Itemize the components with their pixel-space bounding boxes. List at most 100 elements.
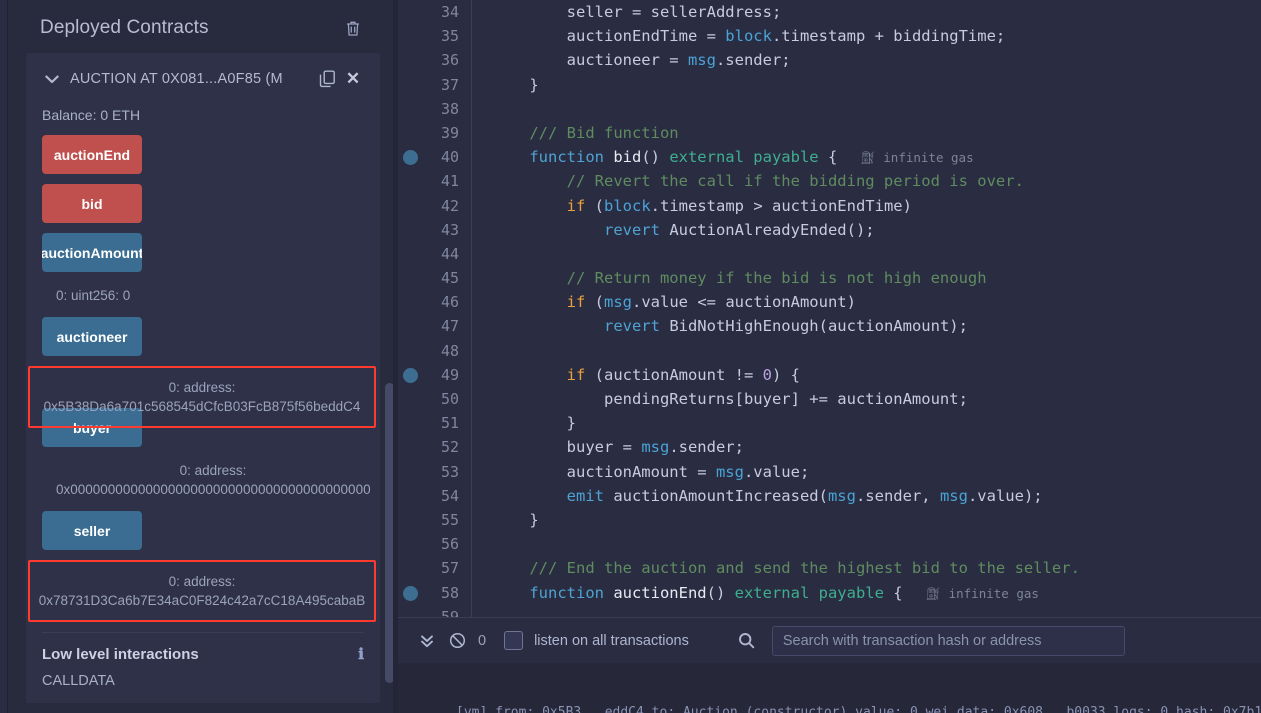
breakpoint-gutter[interactable] bbox=[398, 0, 426, 617]
gas-estimate: ⛽︎ infinite gas bbox=[837, 150, 973, 165]
no-entry-icon[interactable] bbox=[442, 626, 472, 656]
code-line[interactable]: } bbox=[492, 73, 1261, 97]
fn-result-highlight-auctioneer: 0: address: 0x5B38Da6a701c568545dCfcB03F… bbox=[28, 366, 376, 428]
contract-card-header[interactable]: AUCTION AT 0X081...A0F85 (M ✕ bbox=[26, 53, 380, 103]
line-number: 55 bbox=[426, 508, 471, 532]
contract-title: AUCTION AT 0X081...A0F85 (M bbox=[64, 71, 314, 87]
contract-balance: Balance: 0 ETH bbox=[26, 103, 380, 135]
line-number: 53 bbox=[426, 460, 471, 484]
code-line[interactable]: if (block.timestamp > auctionEndTime) bbox=[492, 194, 1261, 218]
copy-icon[interactable] bbox=[314, 67, 340, 91]
breakpoint-marker[interactable] bbox=[403, 150, 418, 165]
code-line[interactable]: revert AuctionAlreadyEnded(); bbox=[492, 218, 1261, 242]
transaction-search-input[interactable] bbox=[772, 626, 1125, 656]
line-number: 59 bbox=[426, 605, 471, 617]
listen-on-all-transactions-checkbox[interactable] bbox=[504, 631, 523, 650]
line-number: 45 bbox=[426, 266, 471, 290]
line-number: 51 bbox=[426, 411, 471, 435]
fn-result-auctionAmount: 0: uint256: 0 bbox=[42, 282, 380, 317]
fn-result-auctioneer: 0: address: 0x5B38Da6a701c568545dCfcB03F… bbox=[36, 378, 368, 416]
fn-button-bid[interactable]: bid bbox=[42, 184, 142, 223]
fn-row-seller: seller 0: address: 0x78731D3Ca6b7E34aC0F… bbox=[42, 511, 380, 622]
fn-button-auctionEnd[interactable]: auctionEnd bbox=[42, 135, 142, 174]
fn-button-auctionAmount[interactable]: auctionAmount bbox=[42, 233, 142, 272]
code-viewport[interactable]: 3435363738394041424344454647484950515253… bbox=[398, 0, 1261, 617]
code-line[interactable]: emit auctionAmountIncreased(msg.sender, … bbox=[492, 484, 1261, 508]
code-line[interactable]: function bid() external payable { ⛽︎ inf… bbox=[492, 145, 1261, 169]
calldata-label: CALLDATA bbox=[26, 663, 380, 689]
line-number: 39 bbox=[426, 121, 471, 145]
code-content[interactable]: seller = sellerAddress; auctionEndTime =… bbox=[471, 0, 1261, 617]
code-line[interactable]: } bbox=[492, 508, 1261, 532]
line-number: 42 bbox=[426, 194, 471, 218]
line-number: 37 bbox=[426, 73, 471, 97]
info-icon[interactable]: ℹ bbox=[358, 645, 364, 663]
code-line[interactable]: if (msg.value <= auctionAmount) bbox=[492, 290, 1261, 314]
fn-row-bid: bid bbox=[42, 184, 380, 233]
line-number: 46 bbox=[426, 290, 471, 314]
line-number: 43 bbox=[426, 218, 471, 242]
workspace-edge-strip bbox=[0, 0, 8, 713]
fn-row-auctionAmount: auctionAmount 0: uint256: 0 bbox=[42, 233, 380, 317]
code-line[interactable]: auctioneer = msg.sender; bbox=[492, 48, 1261, 72]
line-number: 58 bbox=[426, 581, 471, 605]
code-line[interactable]: revert BidNotHighEnough(auctionAmount); bbox=[492, 314, 1261, 338]
code-line[interactable] bbox=[492, 242, 1261, 266]
close-icon[interactable]: ✕ bbox=[340, 67, 366, 91]
code-editor: 3435363738394041424344454647484950515253… bbox=[398, 0, 1261, 713]
line-number: 38 bbox=[426, 97, 471, 121]
line-number: 50 bbox=[426, 387, 471, 411]
sidebar-scroll-content: Deployed Contracts AUCTION AT 0X081...A0… bbox=[8, 0, 398, 703]
line-number: 57 bbox=[426, 556, 471, 580]
code-line[interactable]: // Revert the call if the bidding period… bbox=[492, 169, 1261, 193]
gas-estimate: ⛽︎ infinite gas bbox=[903, 586, 1039, 601]
search-icon[interactable] bbox=[732, 626, 762, 656]
code-line[interactable]: auctionEndTime = block.timestamp + biddi… bbox=[492, 24, 1261, 48]
fn-result-buyer: 0: address: 0x00000000000000000000000000… bbox=[42, 457, 380, 511]
terminal-toolbar: 0 listen on all transactions bbox=[398, 617, 1261, 663]
fn-button-seller[interactable]: seller bbox=[42, 511, 142, 550]
listen-on-all-transactions-label: listen on all transactions bbox=[534, 633, 689, 649]
terminal-output[interactable]: [vm] from: 0x5B3...eddC4 to: Auction.(co… bbox=[398, 663, 1261, 713]
code-line[interactable]: buyer = msg.sender; bbox=[492, 435, 1261, 459]
code-line[interactable]: // Return money if the bid is not high e… bbox=[492, 266, 1261, 290]
line-number: 34 bbox=[426, 0, 471, 24]
code-line[interactable]: /// End the auction and send the highest… bbox=[492, 556, 1261, 580]
low-level-interactions-header: Low level interactions ℹ bbox=[26, 633, 380, 663]
terminal-log-line: [vm] from: 0x5B3...eddC4 to: Auction.(co… bbox=[456, 705, 1261, 713]
code-line[interactable] bbox=[492, 532, 1261, 556]
code-line[interactable]: seller = sellerAddress; bbox=[492, 0, 1261, 24]
page-title: Deployed Contracts bbox=[40, 17, 209, 39]
fn-row-auctionEnd: auctionEnd bbox=[42, 135, 380, 184]
breakpoint-marker[interactable] bbox=[403, 368, 418, 383]
line-number: 56 bbox=[426, 532, 471, 556]
deployed-contracts-panel: Deployed Contracts AUCTION AT 0X081...A0… bbox=[8, 0, 398, 713]
line-number: 44 bbox=[426, 242, 471, 266]
code-line[interactable]: if (auctionAmount != 0) { bbox=[492, 363, 1261, 387]
code-line[interactable] bbox=[492, 339, 1261, 363]
code-line[interactable]: auctionAmount = msg.value; bbox=[492, 460, 1261, 484]
code-line[interactable]: pendingReturns[buyer] += auctionAmount; bbox=[492, 387, 1261, 411]
panel-header: Deployed Contracts bbox=[26, 0, 380, 53]
chevron-down-icon[interactable] bbox=[40, 75, 64, 84]
fn-result-highlight-seller: 0: address: 0x78731D3Ca6b7E34aC0F824c42a… bbox=[28, 560, 376, 622]
line-number: 52 bbox=[426, 435, 471, 459]
trash-icon[interactable] bbox=[342, 17, 364, 39]
code-line[interactable]: function auctionEnd() external payable {… bbox=[492, 581, 1261, 605]
fn-button-auctioneer[interactable]: auctioneer bbox=[42, 317, 142, 356]
fn-row-auctioneer: auctioneer 0: address: 0x5B38Da6a701c568… bbox=[42, 317, 380, 428]
line-number: 54 bbox=[426, 484, 471, 508]
terminal-log-count: 0 bbox=[478, 633, 486, 649]
chevron-double-down-icon[interactable] bbox=[412, 626, 442, 656]
line-number: 35 bbox=[426, 24, 471, 48]
fn-result-seller: 0: address: 0x78731D3Ca6b7E34aC0F824c42a… bbox=[36, 572, 368, 610]
line-number: 41 bbox=[426, 169, 471, 193]
low-level-interactions-title: Low level interactions bbox=[42, 646, 199, 663]
breakpoint-marker[interactable] bbox=[403, 586, 418, 601]
line-number: 47 bbox=[426, 314, 471, 338]
line-number: 48 bbox=[426, 339, 471, 363]
code-line[interactable] bbox=[492, 605, 1261, 617]
code-line[interactable]: /// Bid function bbox=[492, 121, 1261, 145]
code-line[interactable]: } bbox=[492, 411, 1261, 435]
code-line[interactable] bbox=[492, 97, 1261, 121]
